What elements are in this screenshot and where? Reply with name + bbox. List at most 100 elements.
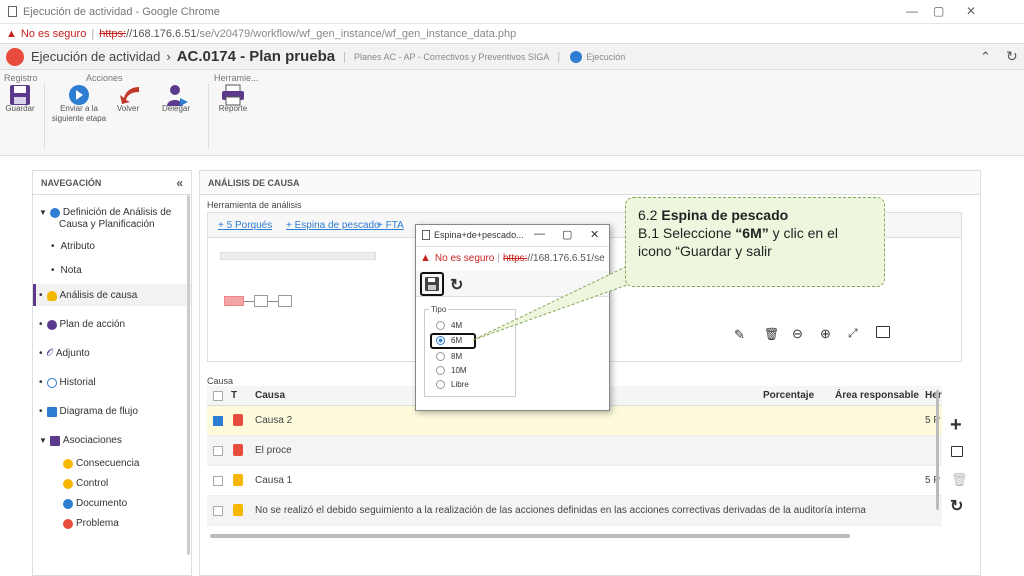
nav-scrollbar[interactable] [187,195,190,555]
close-icon[interactable]: ✕ [966,4,976,18]
window-title: Ejecución de actividad - Google Chrome [23,5,220,18]
delete-icon[interactable]: 🗑 [951,472,968,488]
view-icon[interactable] [951,446,963,457]
option-6m[interactable]: 6M [436,336,462,345]
nav-item-diagrama-flujo[interactable]: • Diagrama de flujo [39,406,138,417]
warning-icon: ▲ [6,27,17,40]
edit-icon[interactable]: ✎ [734,327,745,343]
fishbone-popup-window: Espina+de+pescado... — ▢ ✕ ▲ No es seguro… [415,224,610,411]
row-checkbox[interactable] [213,506,223,516]
nav-item-adjunto[interactable]: • 𝒪 Adjunto [39,348,90,359]
save-icon[interactable] [9,84,31,106]
nav-item-asociaciones[interactable]: ▼ Asociaciones [39,435,122,446]
nav-item-analisis-causa[interactable]: • Análisis de causa [39,290,137,301]
radio-8m[interactable] [436,352,445,361]
radio-10m[interactable] [436,366,445,375]
radio-libre[interactable] [436,380,445,389]
header-divider: | [343,50,346,63]
tool-label: Herramienta de análisis [207,200,302,210]
collapse-header-icon[interactable]: ⌃ [980,49,991,65]
option-10m[interactable]: 10M [436,366,467,375]
paperclip-icon: 𝒪 [46,348,53,359]
breadcrumb-separator: › [166,49,171,64]
tab-5-porques[interactable]: + 5 Porqués [218,220,272,231]
fullscreen-icon[interactable]: ⤢ [848,326,858,341]
delegar-button[interactable]: Delegar [147,104,205,114]
zoom-in-icon[interactable]: ⊕ [820,326,831,342]
col-header-area[interactable]: Área responsable [835,390,919,401]
restore-icon[interactable]: ▢ [933,4,944,18]
nav-item-definicion-line2[interactable]: Causa y Planificación [59,219,155,230]
zoom-out-icon[interactable]: ⊖ [792,326,803,342]
select-all-checkbox[interactable] [213,391,223,401]
collapse-nav-icon[interactable]: « [176,171,183,195]
fishbone-thumbnail[interactable] [218,248,378,318]
popup-warning-icon: ▲ [420,252,431,264]
nav-item-problema[interactable]: Problema [63,518,119,529]
caret-down-icon: ▼ [39,208,47,217]
nav-item-plan-accion[interactable]: • Plan de acción [39,319,125,330]
report-icon[interactable] [221,84,245,106]
nav-item-nota[interactable]: • Nota [51,265,82,276]
table-row[interactable]: El proce [207,436,942,466]
popup-document-icon [422,230,430,240]
table-h-scrollbar[interactable] [210,534,850,538]
nav-item-consecuencia[interactable]: Consecuencia [63,458,139,469]
nav-item-historial[interactable]: • Historial [39,377,96,388]
tab-espina-pescado[interactable]: + Espina de pescado [286,220,380,231]
col-header-her[interactable]: Her [925,390,942,401]
save-exit-icon[interactable] [425,277,439,291]
image-icon[interactable] [876,326,890,338]
radio-4m[interactable] [436,321,445,330]
col-header-causa[interactable]: Causa [255,390,285,401]
popup-maximize-icon[interactable]: ▢ [562,228,572,241]
guardar-button[interactable]: Guardar [0,104,49,114]
option-4m[interactable]: 4M [436,321,462,330]
nav-item-definicion[interactable]: ▼ Definición de Análisis de [39,207,171,218]
popup-urlbar[interactable]: ▲ No es seguro | https://168.176.6.51/se [420,252,605,264]
popup-minimize-icon[interactable]: — [534,228,545,240]
fishbone-effect-box [224,296,244,306]
add-icon[interactable]: + [950,414,962,437]
send-next-stage-icon[interactable] [68,84,90,106]
toolbar: Registro Acciones Herramie... Guardar En… [0,70,1024,156]
option-8m[interactable]: 8M [436,352,462,361]
radio-6m[interactable] [436,336,445,345]
play-icon [49,207,60,218]
option-libre[interactable]: Libre [436,380,469,389]
problem-icon [63,518,73,529]
group-label-acciones: Acciones [86,73,123,83]
group-label-herramientas: Herramie... [214,73,259,83]
row-causa: Causa 2 [255,415,293,426]
consequence-icon [63,458,73,469]
document-icon [8,6,17,17]
trash-icon[interactable]: 🗑 [764,327,779,341]
caret-down-icon: ▼ [39,436,47,445]
reload-icon[interactable]: ↻ [950,496,963,516]
table-row[interactable]: Causa 1 5 P [207,466,942,496]
nav-item-documento[interactable]: Documento [63,498,127,509]
reporte-button[interactable]: Reporte [204,104,262,114]
tab-fta[interactable]: + FTA [377,220,404,231]
header-title-a: Ejecución de actividad [31,49,161,64]
history-icon [46,377,57,388]
url-scheme: https: [99,27,127,40]
popup-refresh-icon[interactable]: ↻ [450,275,463,295]
row-checkbox[interactable] [213,416,223,426]
address-bar[interactable]: ▲ No es seguro | https: //168.176.6.51 /… [0,24,1024,44]
popup-close-icon[interactable]: ✕ [590,228,599,241]
row-checkbox[interactable] [213,446,223,456]
back-icon[interactable] [117,84,141,106]
popup-title: Espina+de+pescado... [434,230,524,240]
refresh-icon[interactable]: ↻ [1006,48,1018,65]
group-label-registro: Registro [4,73,38,83]
minimize-icon[interactable]: — [906,4,918,18]
col-header-porcentaje[interactable]: Porcentaje [763,390,814,401]
nav-item-control[interactable]: Control [63,478,108,489]
table-v-scrollbar[interactable] [936,390,939,510]
row-checkbox[interactable] [213,476,223,486]
status-icon [570,50,583,63]
nav-item-atributo[interactable]: • Atributo [51,241,95,252]
table-row[interactable]: No se realizó el debido seguimiento a la… [207,496,942,526]
col-header-t[interactable]: T [231,390,237,401]
